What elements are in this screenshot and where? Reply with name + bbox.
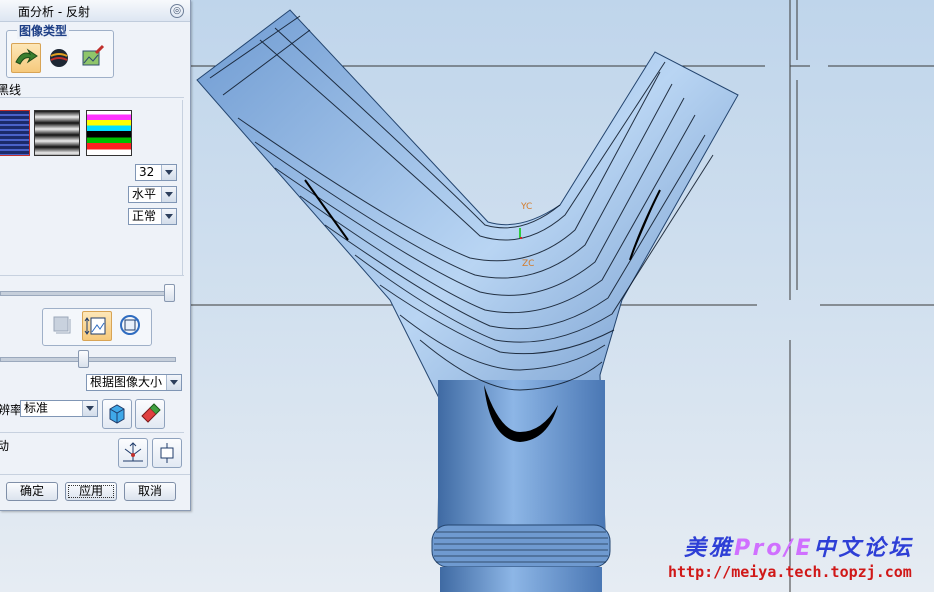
image-scale-select[interactable]: 根据图像大小 — [86, 374, 182, 391]
gray-lines-swatch[interactable] — [34, 110, 80, 156]
ok-button[interactable]: 确定 — [6, 482, 58, 501]
view-cube-button[interactable] — [102, 399, 132, 429]
reset-icon — [160, 443, 174, 463]
dynamic-move-button[interactable] — [118, 438, 148, 468]
apply-button[interactable]: 应用 — [65, 482, 117, 501]
chevron-down-icon — [161, 187, 176, 202]
yc-axis-label: YC — [521, 202, 533, 212]
dialog-title: 面分析 - 反射 — [18, 5, 90, 19]
resolution-value: 标准 — [24, 401, 49, 415]
chevron-down-icon — [82, 401, 97, 416]
line-count-select[interactable]: 32 — [135, 164, 177, 181]
fake-image-icon — [50, 49, 68, 67]
watermark-url: http://meiya.tech.topzj.com — [668, 563, 912, 581]
watermark-text-pc: Pro/E — [734, 536, 814, 561]
chevron-down-icon — [161, 209, 176, 224]
image-type-group-label: 图像类型 — [17, 22, 70, 39]
reset-position-button[interactable] — [152, 438, 182, 468]
cancel-button[interactable]: 取消 — [124, 482, 176, 501]
paint-icon — [141, 403, 161, 423]
move-label: 动 — [0, 437, 9, 454]
separator — [0, 432, 184, 433]
reflection-analysis-dialog: 面分析 - 反射 ◎ 图像类型 黑线 32 — [0, 0, 191, 511]
cube-icon — [109, 404, 125, 424]
image-vertical-icon — [84, 317, 106, 335]
chevron-down-icon — [161, 165, 176, 180]
horizontal-reflection-button[interactable] — [48, 311, 78, 341]
black-lines-swatch[interactable] — [0, 110, 30, 156]
rotate-image-button[interactable] — [116, 311, 146, 341]
line-width-slider-thumb[interactable] — [164, 284, 175, 302]
separator — [0, 97, 184, 98]
line-type-label: 黑线 — [0, 83, 22, 97]
watermark-title: 美雅Pro/E中文论坛 — [684, 530, 914, 562]
image-type-group: 图像类型 — [6, 22, 114, 78]
separator — [182, 100, 183, 275]
image-slider-thumb[interactable] — [78, 350, 89, 368]
line-width-slider[interactable] — [0, 291, 174, 296]
fake-image-button[interactable] — [45, 43, 75, 73]
watermark-text-a: 美雅 — [684, 535, 735, 561]
separator — [0, 275, 184, 276]
watermark-text-b: 中文论坛 — [813, 535, 914, 561]
chevron-down-icon — [166, 375, 181, 390]
user-image-icon — [82, 44, 105, 66]
resolution-select[interactable]: 标准 — [20, 400, 98, 417]
image-scale-value: 根据图像大小 — [90, 375, 163, 389]
direction-select[interactable]: 水平 — [128, 186, 177, 203]
move-axes-icon — [123, 442, 143, 462]
resolution-label: 辨率 — [0, 403, 23, 417]
color-lines-swatch[interactable] — [86, 110, 132, 156]
image-flip-icon — [53, 316, 71, 334]
vertical-reflection-button[interactable] — [82, 311, 112, 341]
line-image-button[interactable] — [11, 43, 41, 73]
rotate-image-icon — [120, 315, 140, 335]
color-settings-button[interactable] — [135, 399, 165, 429]
dialog-title-bar[interactable]: 面分析 - 反射 ◎ — [0, 0, 190, 22]
line-type-select[interactable]: 正常 — [128, 208, 177, 225]
direction-value: 水平 — [132, 187, 157, 201]
line-image-icon — [15, 48, 38, 65]
line-type-value: 正常 — [132, 209, 157, 223]
separator — [0, 474, 190, 475]
line-count-value: 32 — [139, 165, 155, 179]
zc-axis-label: ZC — [522, 259, 535, 269]
close-icon[interactable]: ◎ — [170, 4, 184, 18]
user-image-button[interactable] — [79, 43, 109, 73]
